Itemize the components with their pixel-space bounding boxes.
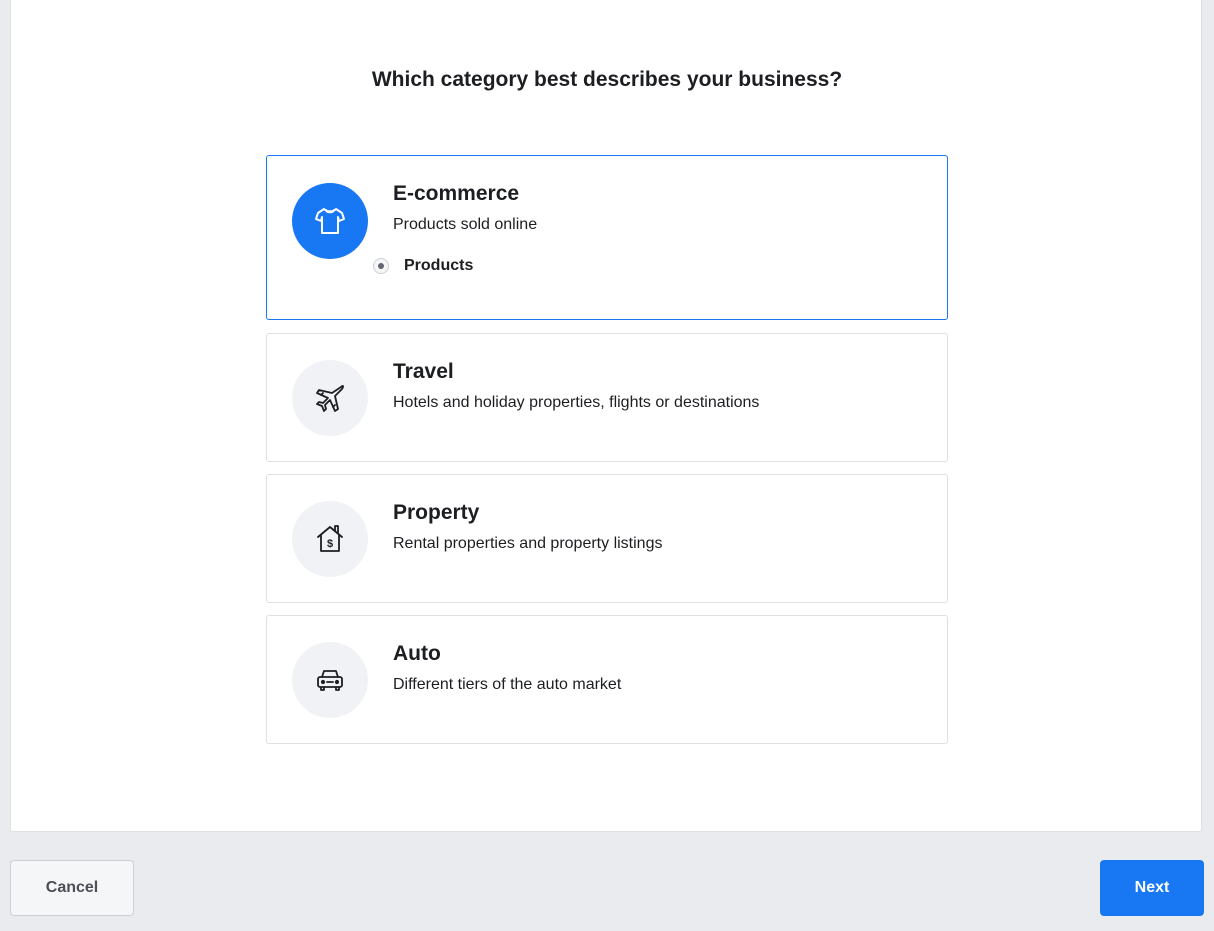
category-card-travel[interactable]: Travel Hotels and holiday properties, fl… <box>266 333 948 462</box>
category-title: Auto <box>393 642 441 665</box>
radio-button[interactable] <box>373 258 389 274</box>
category-card-auto[interactable]: Auto Different tiers of the auto market <box>266 615 948 744</box>
category-card-ecommerce[interactable]: E-commerce Products sold online Products <box>266 155 948 320</box>
svg-text:$: $ <box>327 538 333 550</box>
category-title: E-commerce <box>393 182 520 205</box>
airplane-icon <box>292 360 368 436</box>
cancel-button[interactable]: Cancel <box>10 860 134 916</box>
category-description: Different tiers of the auto market <box>393 676 622 693</box>
radio-dot <box>378 263 384 269</box>
house-dollar-icon: $ <box>292 501 368 577</box>
category-card-property[interactable]: $ Property Rental properties and propert… <box>266 474 948 603</box>
sub-option-label: Products <box>404 257 474 274</box>
category-panel: Which category best describes your busin… <box>10 0 1202 832</box>
category-description: Hotels and holiday properties, flights o… <box>393 394 760 411</box>
category-title: Property <box>393 501 480 524</box>
tshirt-icon <box>292 183 368 259</box>
next-button[interactable]: Next <box>1100 860 1204 916</box>
car-icon <box>292 642 368 718</box>
page-title: Which category best describes your busin… <box>371 68 843 91</box>
category-title: Travel <box>393 360 454 383</box>
sub-option-products[interactable]: Products <box>373 257 473 275</box>
category-description: Products sold online <box>393 216 538 233</box>
category-description: Rental properties and property listings <box>393 535 663 552</box>
